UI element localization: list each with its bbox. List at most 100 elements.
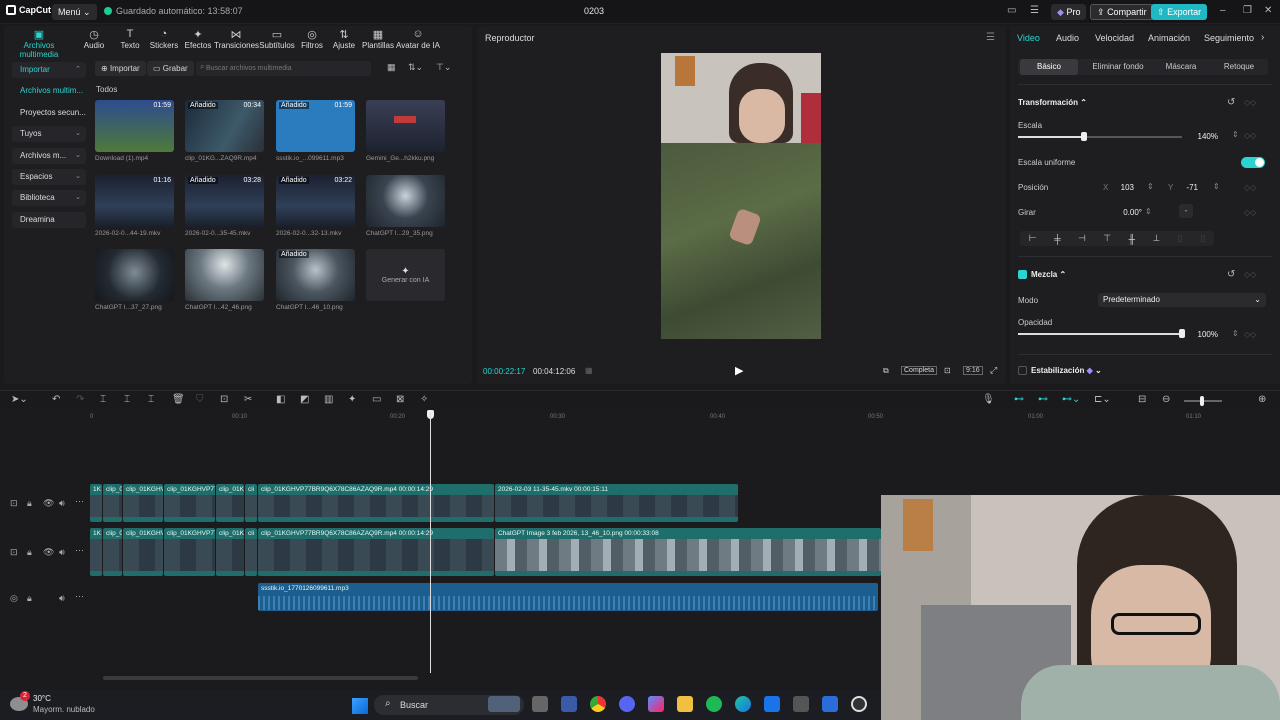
sidebar-item-library[interactable]: Biblioteca ⌄: [12, 190, 86, 207]
close-icon[interactable]: ✕: [1264, 5, 1272, 16]
align-left-icon[interactable]: ⊢: [1029, 233, 1037, 244]
reset-icon[interactable]: ↺: [1227, 269, 1235, 280]
tab-text[interactable]: T Texto: [114, 26, 146, 52]
split-icon[interactable]: ⌶: [100, 394, 106, 405]
subtab-basic[interactable]: Básico: [1020, 59, 1078, 75]
speaker-icon[interactable]: 🔊︎: [59, 547, 65, 558]
subtab-retouch[interactable]: Retoque: [1214, 59, 1264, 75]
tab-speed[interactable]: Velocidad: [1095, 33, 1134, 43]
uniform-scale-toggle[interactable]: [1241, 157, 1265, 168]
stepper-icon[interactable]: ⇕: [1147, 182, 1154, 191]
stabilization-checkbox[interactable]: [1018, 366, 1027, 375]
caption-icon[interactable]: ⊟: [1138, 394, 1146, 405]
copilot-icon[interactable]: [648, 696, 664, 712]
resize-icon[interactable]: ⊠: [396, 394, 404, 405]
rotate-icon[interactable]: ◩: [300, 394, 309, 405]
audio-clip[interactable]: ssstik.io_1770126099611.mp3: [258, 583, 878, 611]
media-item[interactable]: 01:16 2026-02-0...44-19.mkv: [95, 175, 174, 237]
sidebar-item-spaces[interactable]: Espacios ⌄: [12, 168, 86, 185]
keyframe-icon[interactable]: ◇◇: [1244, 131, 1256, 140]
tab-effects[interactable]: ✦ Efectos: [182, 26, 214, 52]
smart-cut-icon[interactable]: ✂: [244, 394, 252, 405]
sidebar-item-dreamina[interactable]: Dreamina: [12, 211, 86, 228]
stepper-icon[interactable]: ⇕: [1213, 182, 1220, 191]
filter-icon[interactable]: ⊤⌄: [436, 62, 451, 73]
tab-video[interactable]: Video: [1017, 33, 1040, 43]
tab-transitions[interactable]: ⋈ Transiciones: [214, 26, 259, 52]
opacity-slider[interactable]: [1018, 329, 1185, 338]
tab-templates[interactable]: ▦ Plantillas: [360, 26, 396, 52]
scale-value[interactable]: 140%: [1186, 132, 1218, 141]
zoom-out-icon[interactable]: ⊖: [1162, 394, 1170, 405]
media-item[interactable]: Añadido 01:59 ssstik.io_...099611.mp3: [276, 100, 355, 162]
blend-header[interactable]: Mezcla ⌃: [1031, 270, 1066, 279]
chrome-icon[interactable]: [590, 696, 606, 712]
distribute-h-icon[interactable]: ▯: [1178, 233, 1183, 244]
media-item[interactable]: Añadido 03:28 2026-02-0...35-45.mkv: [185, 175, 264, 237]
audio-track-icon[interactable]: ◎: [10, 593, 18, 604]
link-icon[interactable]: ⊷⌄: [1062, 394, 1080, 405]
sort-icon[interactable]: ⇅⌄: [408, 62, 423, 73]
search-highlight-icon[interactable]: [488, 696, 520, 712]
lock-icon[interactable]: 🔒︎: [27, 498, 32, 509]
sidebar-item-yours[interactable]: Tuyos ⌄: [12, 126, 86, 143]
task-view-icon[interactable]: [532, 696, 548, 712]
tab-subtitles[interactable]: ▭ Subtítulos: [258, 26, 296, 52]
video-clip[interactable]: clip_01KI: [216, 484, 244, 522]
transform-header[interactable]: Transformación ⌃: [1018, 98, 1087, 107]
video-clip[interactable]: 1K: [90, 528, 102, 576]
sidebar-item-media[interactable]: Archivos multim...: [12, 83, 86, 99]
video-clip[interactable]: clip_01KGHV: [123, 484, 163, 522]
chevron-right-icon[interactable]: ›: [1261, 32, 1264, 43]
app-icon[interactable]: [793, 696, 809, 712]
image-clip[interactable]: ChatGPT Image 3 feb 2026, 13_46_10.png 0…: [495, 528, 881, 576]
delete-icon[interactable]: 🗑: [172, 394, 185, 405]
keyframe-icon[interactable]: ◇◇: [1244, 183, 1256, 192]
maximize-icon[interactable]: ❐: [1243, 5, 1252, 16]
horizontal-scrollbar[interactable]: [103, 676, 418, 680]
sidebar-item-files[interactable]: Archivos m... ⌄: [12, 147, 86, 164]
opacity-slider-knob[interactable]: [1179, 329, 1185, 338]
todo-icon[interactable]: [822, 696, 838, 712]
pro-button[interactable]: ◆ Pro: [1051, 4, 1087, 20]
track-cover-icon[interactable]: ⊡: [10, 547, 18, 558]
freeze-icon[interactable]: ▥: [324, 394, 333, 405]
reverse-icon[interactable]: ▭: [372, 394, 381, 405]
layout-icon[interactable]: ▭: [1007, 5, 1016, 16]
preview-axis-icon[interactable]: ⊏⌄: [1094, 394, 1111, 405]
windows-start-icon[interactable]: [352, 698, 368, 714]
rotate-input[interactable]: 0.00°: [1104, 208, 1142, 217]
tab-audio-props[interactable]: Audio: [1056, 33, 1079, 43]
mirror-icon[interactable]: ◧: [276, 394, 285, 405]
select-tool-icon[interactable]: ➤⌄: [11, 394, 28, 405]
keyframe-icon[interactable]: ◇◇: [1244, 270, 1256, 279]
blend-checkbox[interactable]: [1018, 270, 1027, 279]
subtab-mask[interactable]: Máscara: [1156, 59, 1206, 75]
spotify-icon[interactable]: [706, 696, 722, 712]
media-search-input[interactable]: Buscar archivos multimedia: [196, 61, 371, 76]
keyframe-icon[interactable]: ◇◇: [1244, 208, 1256, 217]
opacity-value[interactable]: 100%: [1186, 330, 1218, 339]
grid-view-icon[interactable]: ▦: [387, 62, 396, 73]
eye-icon[interactable]: 👁︎: [43, 498, 54, 509]
track-cover-icon[interactable]: ⊡: [10, 498, 18, 509]
scale-slider[interactable]: [1018, 132, 1182, 141]
snapshot-icon[interactable]: ⊡: [944, 366, 951, 375]
scale-slider-knob[interactable]: [1081, 132, 1087, 141]
menu-button[interactable]: Menú ⌄: [52, 4, 97, 20]
link-main-track-icon[interactable]: ⊷: [1014, 394, 1024, 405]
align-center-h-icon[interactable]: ╪: [1054, 234, 1060, 244]
media-item[interactable]: ChatGPT I...29_35.png: [366, 175, 445, 237]
video-clip[interactable]: 2026-02-03 11-35-45.mkv 00:00:15:11: [495, 484, 738, 522]
speaker-icon[interactable]: 🔊︎: [59, 593, 65, 604]
file-explorer-icon[interactable]: [677, 696, 693, 712]
export-button[interactable]: ⇧ Exportar: [1151, 4, 1208, 20]
reset-icon[interactable]: ↺: [1227, 97, 1235, 108]
ratio-button[interactable]: 9:16: [963, 366, 983, 375]
media-item[interactable]: Añadido 00:34 clip_01KG...ZAQ9R.mp4: [185, 100, 264, 162]
fullscreen-icon[interactable]: ⤢: [990, 365, 997, 376]
subtab-remove-bg[interactable]: Eliminar fondo: [1084, 59, 1152, 75]
redo-icon[interactable]: ↷: [76, 394, 84, 405]
more-icon[interactable]: ⋯: [75, 496, 84, 507]
ratio-lock-icon[interactable]: ⧉: [883, 366, 889, 376]
